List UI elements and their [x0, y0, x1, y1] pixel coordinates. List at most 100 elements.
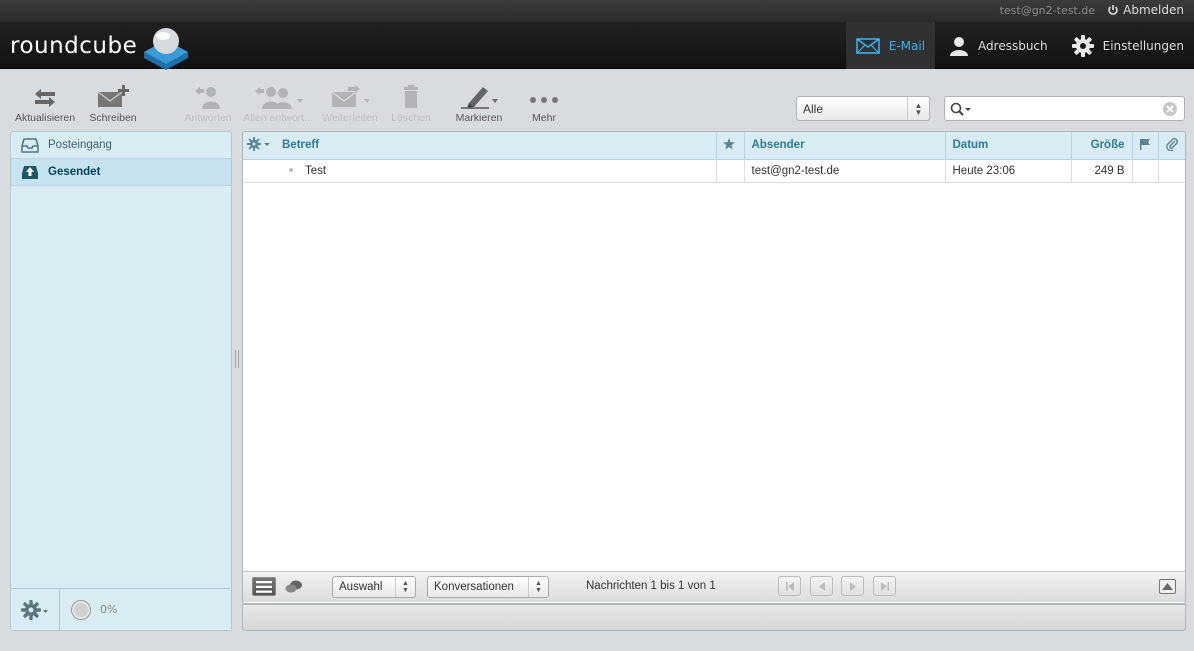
message-status-dot-icon: [289, 168, 293, 173]
column-flagged[interactable]: [715, 132, 744, 160]
previous-page-icon: [818, 581, 825, 591]
mail-icon: [855, 37, 880, 54]
folder-options-button[interactable]: [11, 589, 60, 630]
refresh-label: Aktualisieren: [14, 112, 76, 124]
folder-list: Posteingang Gesendet 0%: [10, 131, 232, 631]
message-status-cell: [243, 159, 279, 183]
folder-inbox[interactable]: Posteingang: [11, 132, 231, 159]
select-arrows-icon: ▲ ▼: [907, 97, 929, 120]
compose-label: Schreiben: [89, 112, 137, 124]
message-from: test@gn2-test.de: [743, 159, 945, 183]
select-arrows-icon: ▲ ▼: [395, 577, 415, 597]
message-toolbar: Aktualisieren Schreiben Antworten Allen …: [10, 80, 568, 126]
list-footer: Auswahl ▲ ▼ Konversationen ▲ ▼ Nachrichten…: [242, 571, 1186, 602]
username: test@gn2-test.de: [999, 4, 1095, 17]
next-page-icon: [849, 581, 856, 591]
task-mail[interactable]: E-Mail: [845, 22, 936, 69]
column-date[interactable]: Datum: [944, 132, 1071, 160]
folder-sent-label: Gesendet: [48, 166, 101, 178]
table-row[interactable]: Test test@gn2-test.de Heute 23:06 249 B: [243, 159, 1185, 183]
message-count: Nachrichten 1 bis 1 von 1: [586, 580, 716, 592]
trash-icon: [404, 85, 418, 108]
folder-sent[interactable]: Gesendet: [11, 159, 231, 186]
list-options-button[interactable]: [243, 132, 279, 160]
logout-button[interactable]: Abmelden: [1107, 3, 1184, 17]
reply-button[interactable]: Antworten: [178, 80, 238, 124]
contacts-icon: [950, 36, 969, 56]
select-arrows-icon: ▲ ▼: [528, 577, 548, 597]
more-label: Mehr: [532, 112, 556, 124]
filter-select[interactable]: Alle ▲ ▼: [796, 96, 930, 121]
message-list: Betreff Absender Datum Größe Test test@g…: [242, 131, 1186, 604]
column-size[interactable]: Größe: [1070, 132, 1132, 160]
list-options-icon: [247, 136, 270, 151]
delete-label: Löschen: [391, 112, 431, 124]
quota-pie-icon: [71, 599, 91, 620]
refresh-arrows-icon: [35, 89, 55, 107]
reply-all-label: Allen antwort...: [243, 112, 313, 124]
message-date: Heute 23:06: [944, 159, 1071, 183]
filter-value: Alle: [803, 102, 824, 116]
preview-pane-bar: [242, 604, 1186, 631]
reply-label: Antworten: [184, 112, 232, 124]
quota-value: 0%: [100, 603, 118, 616]
list-view-icon: [256, 580, 272, 593]
column-from[interactable]: Absender: [743, 132, 945, 160]
forward-icon: [331, 85, 370, 107]
more-button[interactable]: Mehr: [520, 80, 568, 124]
select-menu-label: Auswahl: [339, 581, 383, 593]
previous-page-button[interactable]: [810, 576, 833, 596]
quota-display: 0%: [60, 589, 117, 630]
task-addressbook[interactable]: Adressbuch: [935, 22, 1058, 69]
search-input[interactable]: [971, 100, 1156, 117]
table-header: Betreff Absender Datum Größe: [243, 132, 1185, 160]
column-flag[interactable]: [1131, 132, 1158, 160]
message-flag-cell[interactable]: [1131, 159, 1158, 183]
compose-button[interactable]: Schreiben: [80, 80, 146, 124]
search-box: [944, 96, 1185, 121]
select-menu[interactable]: Auswahl ▲ ▼: [332, 576, 416, 598]
task-mail-label: E-Mail: [888, 38, 926, 53]
roundcube-logo-icon: [144, 28, 189, 70]
logout-label: Abmelden: [1123, 3, 1184, 17]
mark-button[interactable]: Markieren: [450, 80, 508, 124]
refresh-button[interactable]: Aktualisieren: [10, 80, 80, 124]
message-attachment-cell: [1157, 159, 1185, 183]
message-subject-cell[interactable]: Test: [279, 159, 716, 183]
toggle-preview-button[interactable]: [1159, 579, 1176, 594]
logo[interactable]: roundcube: [10, 26, 191, 70]
task-settings[interactable]: Einstellungen: [1058, 22, 1194, 69]
forward-button[interactable]: Weiterleiten: [318, 80, 382, 124]
logo-text: roundcube: [10, 33, 138, 59]
folder-inbox-label: Posteingang: [48, 139, 112, 151]
threads-menu[interactable]: Konversationen ▲ ▼: [427, 576, 549, 598]
next-page-button[interactable]: [841, 576, 864, 596]
sent-icon: [22, 166, 38, 179]
list-view-button[interactable]: [252, 577, 276, 596]
column-subject[interactable]: Betreff: [279, 132, 716, 160]
threads-menu-label: Konversationen: [434, 581, 514, 593]
task-addressbook-label: Adressbuch: [978, 38, 1048, 53]
taskbar: E-Mail Adressbuch Einstellungen: [845, 22, 1194, 69]
forward-label: Weiterleiten: [322, 112, 378, 124]
pane-splitter[interactable]: [235, 350, 239, 368]
first-page-button[interactable]: [778, 576, 801, 596]
reply-all-icon: [255, 87, 303, 109]
task-settings-label: Einstellungen: [1102, 38, 1184, 53]
gear-icon: [21, 599, 48, 620]
power-icon: [1108, 5, 1118, 15]
column-attachment[interactable]: [1157, 132, 1185, 160]
message-size: 249 B: [1070, 159, 1132, 183]
inbox-icon: [21, 138, 39, 153]
reset-search-icon[interactable]: [1162, 101, 1178, 117]
first-page-icon: [785, 581, 794, 591]
mark-label: Markieren: [455, 112, 503, 124]
last-page-button[interactable]: [873, 576, 896, 596]
star-icon: [722, 137, 735, 150]
thread-view-icon[interactable]: [285, 580, 303, 594]
flag-icon: [1139, 138, 1150, 150]
delete-button[interactable]: Löschen: [386, 80, 436, 124]
message-flagged-cell[interactable]: [715, 159, 744, 183]
reply-icon: [195, 87, 220, 109]
reply-all-button[interactable]: Allen antwort...: [238, 80, 318, 124]
